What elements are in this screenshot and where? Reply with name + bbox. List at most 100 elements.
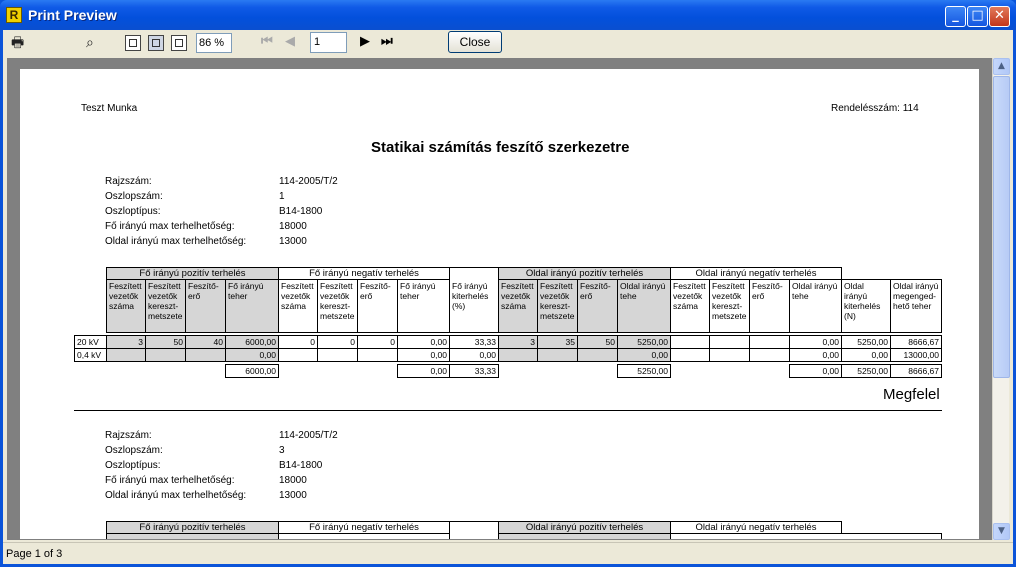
info-label: Oszloptípus: (105, 206, 161, 217)
close-button[interactable]: Close (448, 31, 502, 53)
column-header: Feszítő-erő (185, 279, 226, 333)
previous-page-icon[interactable]: ◀ (285, 34, 295, 50)
table-cell (185, 348, 226, 362)
column-header: Feszített vezetők száma (106, 279, 146, 333)
table-cell: 0,00 (225, 348, 279, 362)
column-header: Feszítő-erő (357, 279, 398, 333)
table-cell: 0 (278, 335, 318, 349)
two-page-view-button[interactable] (148, 35, 164, 51)
table-cell (317, 348, 358, 362)
info-value: 1 (279, 191, 285, 202)
single-page-view-button[interactable] (125, 35, 141, 51)
row-label: 20 kV (74, 335, 107, 349)
column-header-row (670, 533, 942, 539)
info-label: Rajzszám: (105, 430, 152, 441)
column-header: Feszített vezetők kereszt-metszete (317, 279, 358, 333)
column-header: Feszített vezetők száma (278, 279, 318, 333)
column-header: Feszített vezetők kereszt-metszete (145, 279, 186, 333)
scroll-thumb[interactable] (993, 76, 1010, 378)
table-cell (537, 348, 578, 362)
title-bar: R Print Preview _ □ ✕ (0, 0, 1016, 30)
next-page-icon[interactable]: ▶ (360, 34, 370, 50)
total-cell: 5250,00 (841, 364, 891, 378)
column-header: Oldal irányú tehe (789, 279, 842, 333)
table-cell: 35 (537, 335, 578, 349)
zoom-field[interactable]: 86 % (196, 33, 232, 53)
status-bar: Page 1 of 3 (3, 542, 1013, 564)
maximize-button[interactable]: □ (967, 6, 988, 27)
minimize-button[interactable]: _ (945, 6, 966, 27)
info-value: 114-2005/T/2 (279, 430, 338, 441)
column-header-row (106, 533, 279, 539)
table-cell: 50 (145, 335, 186, 349)
table-cell (498, 348, 538, 362)
row-label: 0,4 kV (74, 348, 107, 362)
info-value: 18000 (279, 475, 307, 486)
total-cell: 0,00 (789, 364, 842, 378)
info-label: Oldal irányú max terhelhetőség: (105, 490, 247, 501)
header-right: Rendelésszám: 114 (831, 103, 919, 114)
info-value: 18000 (279, 221, 307, 232)
separator-line (74, 410, 942, 411)
column-header: Fő irányú teher (225, 279, 279, 333)
info-value: B14-1800 (279, 460, 323, 471)
column-header-row (498, 533, 671, 539)
info-value: 13000 (279, 236, 307, 247)
vertical-scrollbar[interactable]: ▲ ▼ (992, 58, 1010, 540)
column-header (449, 521, 499, 539)
column-header: Fő irányú kiterhelés (%) (449, 267, 499, 333)
table-cell: 5250,00 (617, 335, 671, 349)
first-page-icon[interactable]: ⏮ (261, 34, 273, 50)
table-cell (577, 348, 618, 362)
info-label: Oszlopszám: (105, 445, 163, 456)
table-cell: 0,00 (397, 335, 450, 349)
column-header: Feszítő-erő (749, 279, 790, 333)
table-cell (749, 348, 790, 362)
table-cell: 40 (185, 335, 226, 349)
column-header: Feszített vezetők kereszt-metszete (537, 279, 578, 333)
table-cell (670, 335, 710, 349)
column-header-row (278, 533, 450, 539)
column-header: Oldal irányú tehe (617, 279, 671, 333)
column-header: Feszítő-erő (577, 279, 618, 333)
page-number-input[interactable]: 1 (310, 32, 347, 53)
table-cell (709, 335, 750, 349)
table-cell: 0 (357, 335, 398, 349)
header-left: Teszt Munka (81, 103, 138, 114)
info-value: B14-1800 (279, 206, 323, 217)
scroll-down-icon[interactable]: ▼ (993, 523, 1010, 540)
table-cell (278, 348, 318, 362)
find-icon[interactable]: ⌕ (86, 35, 94, 51)
column-header: Fő irányú teher (397, 279, 450, 333)
preview-area: Teszt Munka Rendelésszám: 114 Statikai s… (7, 58, 992, 540)
table-cell (357, 348, 398, 362)
info-label: Fő irányú max terhelhetőség: (105, 221, 235, 232)
page-sheet: Teszt Munka Rendelésszám: 114 Statikai s… (20, 69, 979, 539)
total-cell: 5250,00 (617, 364, 671, 378)
close-window-button[interactable]: ✕ (989, 6, 1010, 27)
total-cell: 8666,67 (890, 364, 942, 378)
table-cell: 50 (577, 335, 618, 349)
table-cell: 0,00 (449, 348, 499, 362)
scroll-up-icon[interactable]: ▲ (993, 58, 1010, 75)
info-value: 13000 (279, 490, 307, 501)
info-label: Oldal irányú max terhelhetőség: (105, 236, 247, 247)
table-cell: 8666,67 (890, 335, 942, 349)
table-cell: 0 (317, 335, 358, 349)
table-cell: 3 (498, 335, 538, 349)
total-cell: 0,00 (397, 364, 450, 378)
page-status: Page 1 of 3 (6, 548, 63, 560)
info-value: 3 (279, 445, 285, 456)
total-cell: 33,33 (449, 364, 499, 378)
last-page-icon[interactable]: ⏭ (381, 34, 393, 50)
print-icon[interactable]: 🖶 (11, 35, 24, 51)
multi-page-view-button[interactable] (171, 35, 187, 51)
info-label: Oszloptípus: (105, 460, 161, 471)
column-header: Oldal irányú megenged-hető teher (890, 279, 942, 333)
table-cell: 0,00 (841, 348, 891, 362)
info-value: 114-2005/T/2 (279, 176, 338, 187)
page-title: Statikai számítás feszítő szerkezetre (371, 139, 630, 156)
total-cell: 6000,00 (225, 364, 279, 378)
table-cell: 3 (106, 335, 146, 349)
toolbar: 🖶 ⌕ 86 % ⏮ ◀ 1 ▶ ⏭ Close (3, 30, 1013, 56)
